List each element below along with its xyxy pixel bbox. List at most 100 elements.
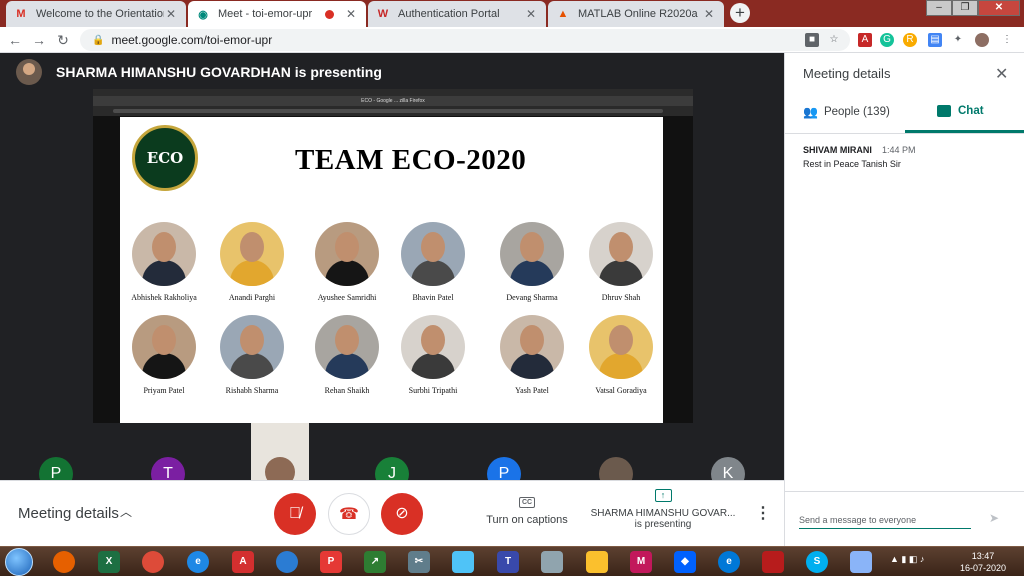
team-member: Bhavin Patel: [378, 222, 488, 302]
tab-close-icon[interactable]: ✕: [702, 7, 716, 21]
presenter-avatar: [16, 59, 42, 85]
shared-os-topbar: [93, 89, 693, 96]
docs-extension-icon[interactable]: ▤: [928, 33, 942, 47]
member-name: Bhavin Patel: [412, 293, 454, 302]
tab-gmail[interactable]: M Welcome to the Orientation Prog ✕: [6, 1, 186, 27]
forward-arrow-icon[interactable]: →: [30, 31, 48, 49]
tab-label: Authentication Portal: [398, 8, 500, 20]
chrome-icon[interactable]: [142, 551, 164, 573]
tab-matlab[interactable]: ▲ MATLAB Online R2020a ✕: [548, 1, 724, 27]
camera-off-button[interactable]: ⊘: [381, 493, 423, 535]
member-photo: [401, 315, 465, 379]
self-video-tile[interactable]: [251, 423, 309, 480]
window-controls: – ❐ ✕: [926, 0, 1020, 16]
member-photo: [132, 222, 196, 286]
tab-close-icon[interactable]: ✕: [344, 7, 358, 21]
presenter-banner: SHARMA HIMANSHU GOVARDHAN is presenting: [16, 59, 382, 85]
new-tab-button[interactable]: +: [730, 3, 750, 23]
member-name: Surbhi Tripathi: [408, 386, 458, 395]
notes-icon[interactable]: [452, 551, 474, 573]
member-name: Dhruv Shah: [601, 293, 641, 302]
member-photo: [220, 222, 284, 286]
eco-logo-icon: ECO: [132, 125, 198, 191]
divider: [785, 491, 1024, 492]
pdf-extension-icon[interactable]: A: [858, 33, 872, 47]
portal-icon: W: [377, 8, 389, 20]
tab-label: Meet - toi-emor-upr: [218, 8, 313, 20]
tab-close-icon[interactable]: ✕: [524, 7, 538, 21]
presenting-status: is presenting: [634, 519, 692, 530]
chrome-menu-icon[interactable]: ⋮: [1000, 33, 1014, 47]
camera-icon[interactable]: ■: [805, 33, 819, 47]
skype-icon[interactable]: S: [806, 551, 828, 573]
taskbar-clock[interactable]: 13:47 16-07-2020: [958, 550, 1008, 574]
extensions-puzzle-icon[interactable]: ✦: [951, 33, 965, 47]
leave-call-button[interactable]: ☎: [328, 493, 370, 535]
bookmark-star-icon[interactable]: ☆: [827, 33, 841, 47]
captions-label: Turn on captions: [486, 514, 568, 526]
more-options-icon[interactable]: ⋮: [755, 503, 771, 523]
snipping-tool-icon[interactable]: ✂: [408, 551, 430, 573]
browser-toolbar: ← → ↻ 🔒 meet.google.com/toi-emor-upr ■ ☆…: [0, 27, 1024, 53]
team-member: Vatsal Goradiya: [566, 315, 676, 395]
tab-people-label: People (139): [823, 106, 890, 118]
grammarly-icon[interactable]: G: [880, 33, 894, 47]
address-bar[interactable]: 🔒 meet.google.com/toi-emor-upr: [80, 29, 850, 51]
presenting-name: SHARMA HIMANSHU GOVAR...: [590, 508, 736, 519]
profile-avatar[interactable]: [975, 33, 989, 47]
clock-time: 13:47: [971, 551, 995, 561]
presenting-button[interactable]: ↑ SHARMA HIMANSHU GOVAR... is presenting: [588, 489, 738, 530]
close-panel-icon[interactable]: ✕: [995, 64, 1008, 84]
browser-window-icon[interactable]: [850, 551, 872, 573]
folder-icon[interactable]: [586, 551, 608, 573]
network-icon[interactable]: [276, 551, 298, 573]
pdf-icon[interactable]: P: [320, 551, 342, 573]
tab-people[interactable]: 👥 People (139): [803, 105, 890, 119]
tab-close-icon[interactable]: ✕: [164, 7, 178, 21]
app-m-icon[interactable]: M: [630, 551, 652, 573]
app-z-icon[interactable]: [762, 551, 784, 573]
meet-control-bar: Meeting details ︿ 🎙̸ ☎ ⊘ CC Turn on capt…: [0, 480, 784, 546]
tab-meet[interactable]: ◉ Meet - toi-emor-upr ✕: [188, 1, 366, 27]
mic-off-button[interactable]: 🎙̸: [274, 493, 316, 535]
present-screen-icon: ↑: [654, 489, 672, 502]
internet-explorer-icon[interactable]: e: [187, 551, 209, 573]
tab-chat[interactable]: Chat: [937, 105, 984, 117]
dropbox-icon[interactable]: ◆: [674, 551, 696, 573]
member-photo: [315, 222, 379, 286]
tex-icon[interactable]: T: [497, 551, 519, 573]
reload-icon[interactable]: ↻: [54, 31, 72, 49]
captions-button[interactable]: CC Turn on captions: [486, 495, 568, 526]
edge-icon[interactable]: e: [718, 551, 740, 573]
slide-title: TEAM ECO-2020: [295, 144, 527, 176]
shared-browser-urlbar: [93, 106, 693, 116]
firefox-icon[interactable]: [53, 551, 75, 573]
chevron-up-icon[interactable]: ︿: [120, 503, 132, 520]
shared-screen: ECO - Google ... zilla Firefox ECO TEAM …: [93, 89, 693, 423]
start-button[interactable]: [5, 548, 33, 576]
send-icon[interactable]: ➤: [989, 511, 999, 525]
system-tray-icons[interactable]: ▲ ▮ ◧ ♪: [890, 554, 924, 565]
lock-icon: 🔒: [92, 34, 105, 46]
chat-message-time: 1:44 PM: [882, 145, 916, 155]
tab-label: MATLAB Online R2020a: [578, 8, 698, 20]
extension-r-icon[interactable]: R: [903, 33, 917, 47]
people-icon: 👥: [803, 105, 818, 119]
minimize-button[interactable]: –: [926, 0, 952, 16]
chart-app-icon[interactable]: ↗: [364, 551, 386, 573]
team-member: Rishabh Sharma: [197, 315, 307, 395]
excel-icon[interactable]: X: [98, 551, 120, 573]
chat-message-input[interactable]: Send a message to everyone: [799, 513, 971, 529]
team-member: Anandi Parghi: [197, 222, 307, 302]
member-name: Vatsal Goradiya: [595, 386, 647, 395]
back-arrow-icon[interactable]: ←: [6, 31, 24, 49]
meeting-details-button[interactable]: Meeting details: [18, 505, 119, 522]
mic-off-icon: 🎙̸: [289, 505, 301, 522]
shared-browser-tab: ECO - Google ... zilla Firefox: [93, 96, 693, 106]
maximize-button[interactable]: ❐: [952, 0, 978, 16]
member-photo: [589, 315, 653, 379]
acrobat-icon[interactable]: A: [232, 551, 254, 573]
tab-authentication[interactable]: W Authentication Portal ✕: [368, 1, 546, 27]
close-window-button[interactable]: ✕: [978, 0, 1020, 16]
calculator-icon[interactable]: [541, 551, 563, 573]
